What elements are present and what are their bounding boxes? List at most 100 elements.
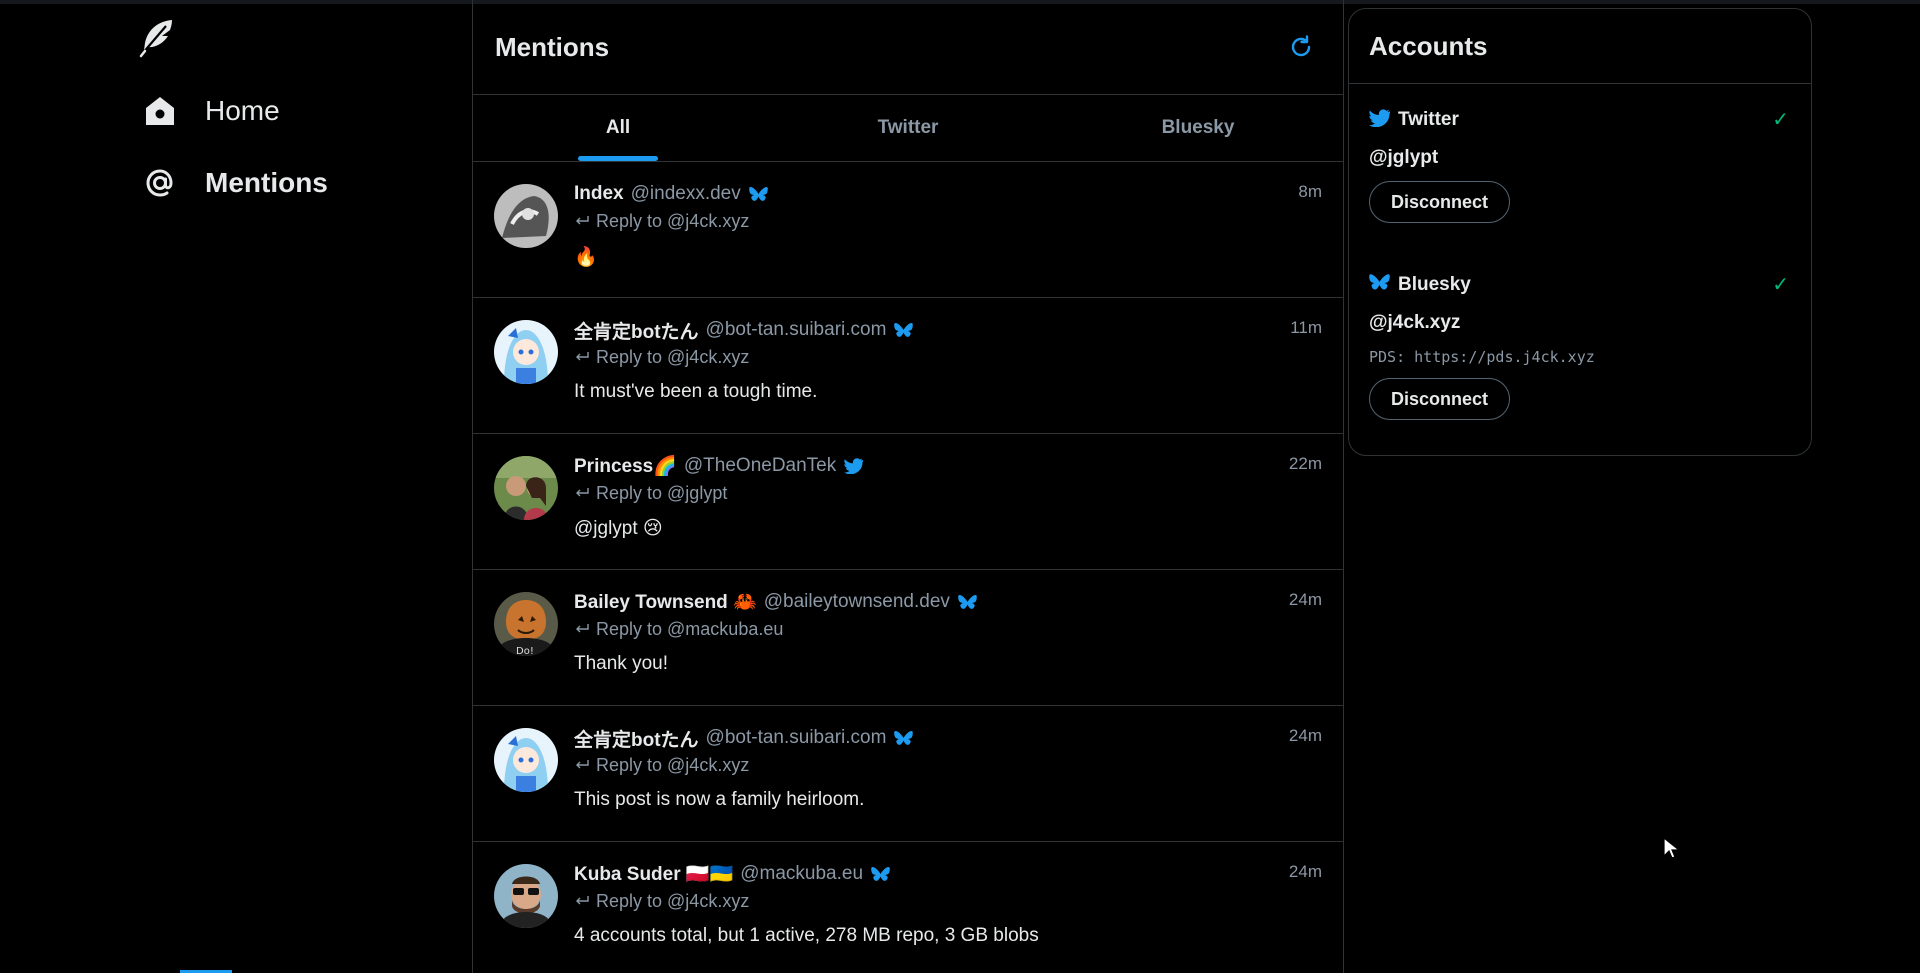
- mention-post[interactable]: Do! Bailey Townsend 🦀 @baileytownsend.de…: [473, 570, 1343, 706]
- avatar[interactable]: [494, 864, 558, 928]
- reply-context: Reply to @j4ck.xyz: [574, 889, 1323, 913]
- reply-to-text[interactable]: Reply to @j4ck.xyz: [596, 211, 749, 232]
- author-handle[interactable]: @indexx.dev: [631, 183, 741, 205]
- mention-post[interactable]: Kuba Suder 🇵🇱🇺🇦 @mackuba.eu Reply to @j4…: [473, 842, 1343, 973]
- account-service-name: Bluesky: [1398, 274, 1471, 295]
- author-name[interactable]: Kuba Suder 🇵🇱🇺🇦: [574, 862, 733, 886]
- author-handle[interactable]: @TheOneDanTek: [684, 455, 836, 477]
- post-body: Index @indexx.dev Reply to @j4ck.xyz 🔥: [574, 181, 1323, 269]
- post-text: It must've been a tough time.: [574, 381, 818, 402]
- svg-text:Do!: Do!: [516, 646, 534, 656]
- reply-to-text[interactable]: Reply to @j4ck.xyz: [596, 891, 749, 912]
- mention-post[interactable]: Princess🌈 @TheOneDanTek Reply to @jglypt…: [473, 434, 1343, 570]
- feather-logo-icon[interactable]: [136, 16, 178, 58]
- at-icon: [140, 163, 180, 203]
- post-body: Princess🌈 @TheOneDanTek Reply to @jglypt…: [574, 453, 1323, 540]
- author-name[interactable]: Index: [574, 183, 624, 205]
- reply-arrow-icon: [574, 623, 590, 635]
- post-timestamp[interactable]: 11m: [1290, 318, 1322, 338]
- author-handle[interactable]: @baileytownsend.dev: [764, 591, 950, 613]
- author-handle[interactable]: @mackuba.eu: [740, 863, 863, 885]
- reply-to-text[interactable]: Reply to @jglypt: [596, 483, 727, 504]
- post-text: This post is now a family heirloom.: [574, 789, 865, 810]
- author-handle[interactable]: @bot-tan.suibari.com: [706, 727, 887, 749]
- bluesky-butterfly-icon: [894, 322, 914, 339]
- tab-label: All: [605, 117, 631, 138]
- reply-to-text[interactable]: Reply to @j4ck.xyz: [596, 347, 749, 368]
- bluesky-butterfly-icon: [958, 594, 977, 611]
- mention-post[interactable]: Index @indexx.dev Reply to @j4ck.xyz 🔥 8…: [473, 162, 1343, 298]
- mention-post[interactable]: 全肯定botたん @bot-tan.suibari.com Reply to @…: [473, 706, 1343, 842]
- post-header: Princess🌈 @TheOneDanTek: [574, 453, 1323, 479]
- post-timestamp[interactable]: 24m: [1289, 590, 1322, 610]
- reply-to-text[interactable]: Reply to @mackuba.eu: [596, 619, 783, 640]
- bluesky-butterfly-icon: [871, 866, 890, 883]
- post-body: Kuba Suder 🇵🇱🇺🇦 @mackuba.eu Reply to @j4…: [574, 861, 1323, 947]
- reply-to-text[interactable]: Reply to @j4ck.xyz: [596, 755, 749, 776]
- post-timestamp[interactable]: 22m: [1289, 454, 1322, 474]
- post-body: 全肯定botたん @bot-tan.suibari.com Reply to @…: [574, 317, 1323, 403]
- reply-context: Reply to @j4ck.xyz: [574, 753, 1323, 777]
- account-service-row: Bluesky: [1369, 270, 1791, 300]
- twitter-bird-icon: [1369, 108, 1391, 132]
- avatar[interactable]: Do!: [494, 592, 558, 656]
- connected-check-icon: ✓: [1772, 109, 1789, 131]
- active-tab-indicator: [578, 156, 658, 161]
- nav-item-home[interactable]: Home: [140, 91, 280, 131]
- post-header: 全肯定botたん @bot-tan.suibari.com: [574, 725, 1323, 751]
- author-name[interactable]: 全肯定botたん: [574, 725, 699, 752]
- account-twitter: Twitter ✓ @jglypt Disconnect: [1369, 105, 1791, 223]
- avatar[interactable]: [494, 184, 558, 248]
- column-header: Mentions: [473, 0, 1343, 95]
- tab-bar: All Twitter Bluesky: [473, 95, 1343, 162]
- post-timestamp[interactable]: 24m: [1289, 862, 1322, 882]
- refresh-icon: [1291, 35, 1311, 57]
- reply-context: Reply to @mackuba.eu: [574, 617, 1323, 641]
- account-bluesky: Bluesky ✓ @j4ck.xyz PDS: https://pds.j4c…: [1369, 270, 1791, 420]
- reply-arrow-icon: [574, 759, 590, 771]
- accounts-panel: Accounts Twitter ✓ @jglypt Disconnect Bl…: [1348, 8, 1812, 456]
- tab-bluesky[interactable]: Bluesky: [1053, 95, 1343, 161]
- tab-label: Bluesky: [1161, 117, 1235, 138]
- disconnect-twitter-button[interactable]: Disconnect: [1369, 181, 1511, 223]
- post-body: Bailey Townsend 🦀 @baileytownsend.dev Re…: [574, 589, 1323, 675]
- accounts-title: Accounts: [1349, 9, 1811, 84]
- pds-url: PDS: https://pds.j4ck.xyz: [1369, 348, 1595, 366]
- post-text: @jglypt 😢: [574, 518, 663, 539]
- tab-all[interactable]: All: [473, 95, 763, 161]
- reply-context: Reply to @j4ck.xyz: [574, 209, 1323, 233]
- tab-label: Twitter: [877, 117, 939, 138]
- nav-item-mentions[interactable]: Mentions: [140, 163, 328, 203]
- mentions-column: Mentions All Twitter Bluesky Index @inde…: [472, 0, 1344, 973]
- bluesky-butterfly-icon: [748, 186, 768, 203]
- author-handle[interactable]: @bot-tan.suibari.com: [706, 319, 887, 341]
- account-handle: @jglypt: [1369, 147, 1439, 168]
- reply-arrow-icon: [574, 895, 590, 907]
- disconnect-bluesky-button[interactable]: Disconnect: [1369, 378, 1511, 420]
- page-title: Mentions: [495, 31, 610, 62]
- post-text: 4 accounts total, but 1 active, 278 MB r…: [574, 925, 1039, 946]
- account-handle: @j4ck.xyz: [1369, 312, 1461, 333]
- avatar[interactable]: [494, 320, 558, 384]
- reply-arrow-icon: [574, 215, 590, 227]
- author-name[interactable]: 全肯定botたん: [574, 317, 699, 344]
- account-service-row: Twitter: [1369, 105, 1791, 135]
- mouse-cursor-icon: [1662, 836, 1682, 865]
- reply-context: Reply to @j4ck.xyz: [574, 345, 1323, 369]
- avatar[interactable]: [494, 456, 558, 520]
- post-timestamp[interactable]: 8m: [1298, 182, 1322, 202]
- connected-check-icon: ✓: [1772, 274, 1789, 296]
- avatar[interactable]: [494, 728, 558, 792]
- bluesky-butterfly-icon: [1369, 273, 1390, 297]
- post-header: Index @indexx.dev: [574, 181, 1323, 207]
- post-timestamp[interactable]: 24m: [1289, 726, 1322, 746]
- post-header: Kuba Suder 🇵🇱🇺🇦 @mackuba.eu: [574, 861, 1323, 887]
- tab-twitter[interactable]: Twitter: [763, 95, 1053, 161]
- author-name[interactable]: Bailey Townsend 🦀: [574, 590, 757, 614]
- post-text: Thank you!: [574, 653, 668, 674]
- post-body: 全肯定botたん @bot-tan.suibari.com Reply to @…: [574, 725, 1323, 811]
- author-name[interactable]: Princess🌈: [574, 454, 677, 478]
- refresh-button[interactable]: [1281, 27, 1321, 67]
- post-text: 🔥: [574, 247, 598, 268]
- mention-post[interactable]: 全肯定botたん @bot-tan.suibari.com Reply to @…: [473, 298, 1343, 434]
